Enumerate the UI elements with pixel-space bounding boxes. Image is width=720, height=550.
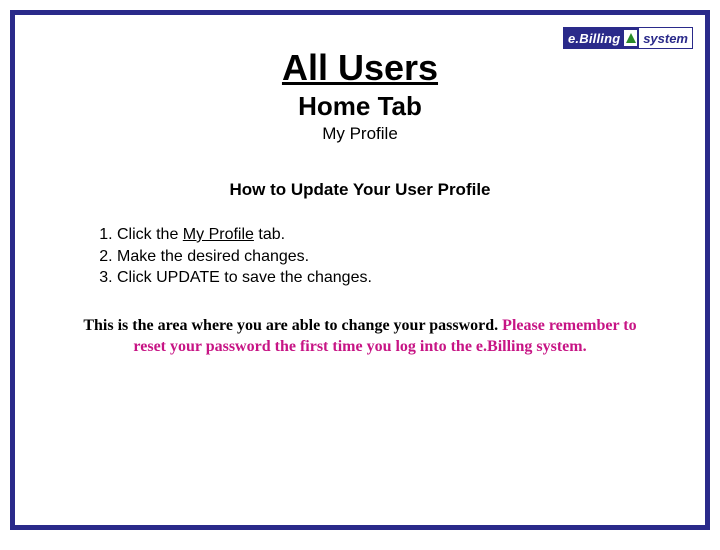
section-heading: How to Update Your User Profile	[15, 180, 705, 200]
page-title: All Users	[15, 47, 705, 89]
step-1: Click the My Profile tab.	[117, 224, 705, 246]
step-1-text-c: tab.	[254, 226, 285, 243]
slide-frame: e.Billing system All Users Home Tab My P…	[10, 10, 710, 530]
logo-text-left: e.Billing	[564, 31, 624, 46]
note-text-black: This is the area where you are able to c…	[83, 317, 502, 334]
page-subsubtitle: My Profile	[15, 124, 705, 144]
step-1-link-text: My Profile	[183, 226, 254, 243]
steps-list: Click the My Profile tab. Make the desir…	[93, 224, 705, 289]
note-paragraph: This is the area where you are able to c…	[75, 315, 645, 358]
ebilling-logo: e.Billing system	[563, 27, 693, 49]
step-2: Make the desired changes.	[117, 246, 705, 268]
step-1-text-a: Click the	[117, 226, 183, 243]
logo-text-right: system	[639, 28, 692, 48]
page-subtitle: Home Tab	[15, 91, 705, 122]
triangle-icon	[624, 30, 637, 46]
step-3: Click UPDATE to save the changes.	[117, 267, 705, 289]
